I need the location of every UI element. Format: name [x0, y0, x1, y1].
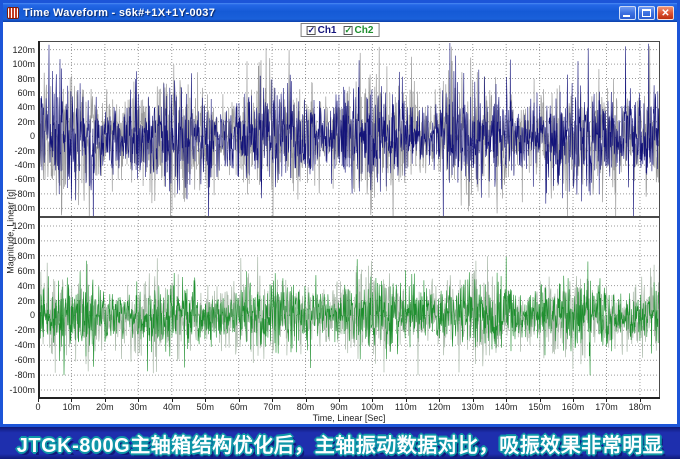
y-tick-label: 60m — [9, 89, 35, 98]
x-tick-mark — [306, 399, 307, 402]
y-tick-label: 40m — [9, 282, 35, 291]
app-icon — [7, 7, 19, 19]
x-tick-mark — [540, 399, 541, 402]
x-tick-mark — [172, 399, 173, 402]
x-tick-mark — [573, 399, 574, 402]
y-tick-label: -40m — [9, 161, 35, 170]
x-tick-mark — [105, 399, 106, 402]
x-tick-mark — [38, 399, 39, 402]
x-tick-mark — [339, 399, 340, 402]
x-tick-mark — [640, 399, 641, 402]
minimize-button[interactable] — [619, 6, 636, 20]
y-tick-label: 80m — [9, 75, 35, 84]
close-icon: ✕ — [658, 7, 673, 19]
close-button[interactable]: ✕ — [657, 6, 674, 20]
y-tick-label: 0 — [9, 132, 35, 141]
legend-label: Ch1 — [318, 25, 337, 36]
legend-item-ch1[interactable]: ✓Ch1 — [307, 25, 337, 36]
minimize-icon — [623, 15, 630, 17]
y-tick-label: 0 — [9, 311, 35, 320]
y-tick-label: 100m — [9, 60, 35, 69]
legend-label: Ch2 — [355, 25, 374, 36]
x-tick-mark — [606, 399, 607, 402]
x-tick-mark — [239, 399, 240, 402]
x-tick-mark — [138, 399, 139, 402]
x-tick-mark — [372, 399, 373, 402]
y-tick-label: -80m — [9, 371, 35, 380]
window-controls: ✕ — [619, 6, 674, 20]
y-tick-label: 20m — [9, 118, 35, 127]
checkbox-checked-icon[interactable]: ✓ — [344, 26, 353, 35]
x-tick-mark — [272, 399, 273, 402]
checkbox-checked-icon[interactable]: ✓ — [307, 26, 316, 35]
y-tick-label: -20m — [9, 326, 35, 335]
x-tick-mark — [506, 399, 507, 402]
chart-area: ✓Ch1✓Ch2 Magnitude, Linear [g] 120m100m8… — [3, 22, 677, 424]
y-tick-label: 40m — [9, 103, 35, 112]
x-tick-mark — [473, 399, 474, 402]
x-tick-label: 180m — [620, 402, 660, 412]
window-title: Time Waveform - s6k#+1X+1Y-0037 — [23, 7, 619, 19]
y-tick-label: -100m — [9, 204, 35, 213]
x-tick-mark — [439, 399, 440, 402]
y-tick-label: 60m — [9, 267, 35, 276]
legend-item-ch2[interactable]: ✓Ch2 — [344, 25, 374, 36]
y-tick-label: -100m — [9, 386, 35, 395]
x-tick-mark — [205, 399, 206, 402]
y-tick-label: -60m — [9, 356, 35, 365]
x-tick-mark — [71, 399, 72, 402]
window-titlebar[interactable]: Time Waveform - s6k#+1X+1Y-0037 ✕ — [3, 3, 677, 22]
app-window: Time Waveform - s6k#+1X+1Y-0037 ✕ ✓Ch1✓C… — [0, 0, 680, 427]
waveform-panel-ch1[interactable] — [38, 41, 660, 217]
caption-banner: JTGK-800G主轴箱结构优化后，主轴振动数据对比，吸振效果非常明显 — [0, 427, 680, 459]
y-tick-label: -80m — [9, 190, 35, 199]
y-tick-label: 20m — [9, 297, 35, 306]
maximize-button[interactable] — [638, 6, 655, 20]
legend: ✓Ch1✓Ch2 — [301, 23, 380, 37]
y-tick-label: 120m — [9, 222, 35, 231]
screenshot-root: Time Waveform - s6k#+1X+1Y-0037 ✕ ✓Ch1✓C… — [0, 0, 680, 459]
y-tick-label: 80m — [9, 252, 35, 261]
y-tick-label: -20m — [9, 147, 35, 156]
ch1-waveform — [38, 43, 660, 217]
maximize-icon — [642, 9, 651, 17]
y-tick-label: 100m — [9, 237, 35, 246]
y-tick-label: 120m — [9, 46, 35, 55]
x-tick-mark — [406, 399, 407, 402]
waveform-panel-ch2[interactable] — [38, 217, 660, 399]
x-axis-title: Time, Linear [Sec] — [38, 413, 660, 423]
y-tick-label: -40m — [9, 341, 35, 350]
y-tick-label: -60m — [9, 175, 35, 184]
